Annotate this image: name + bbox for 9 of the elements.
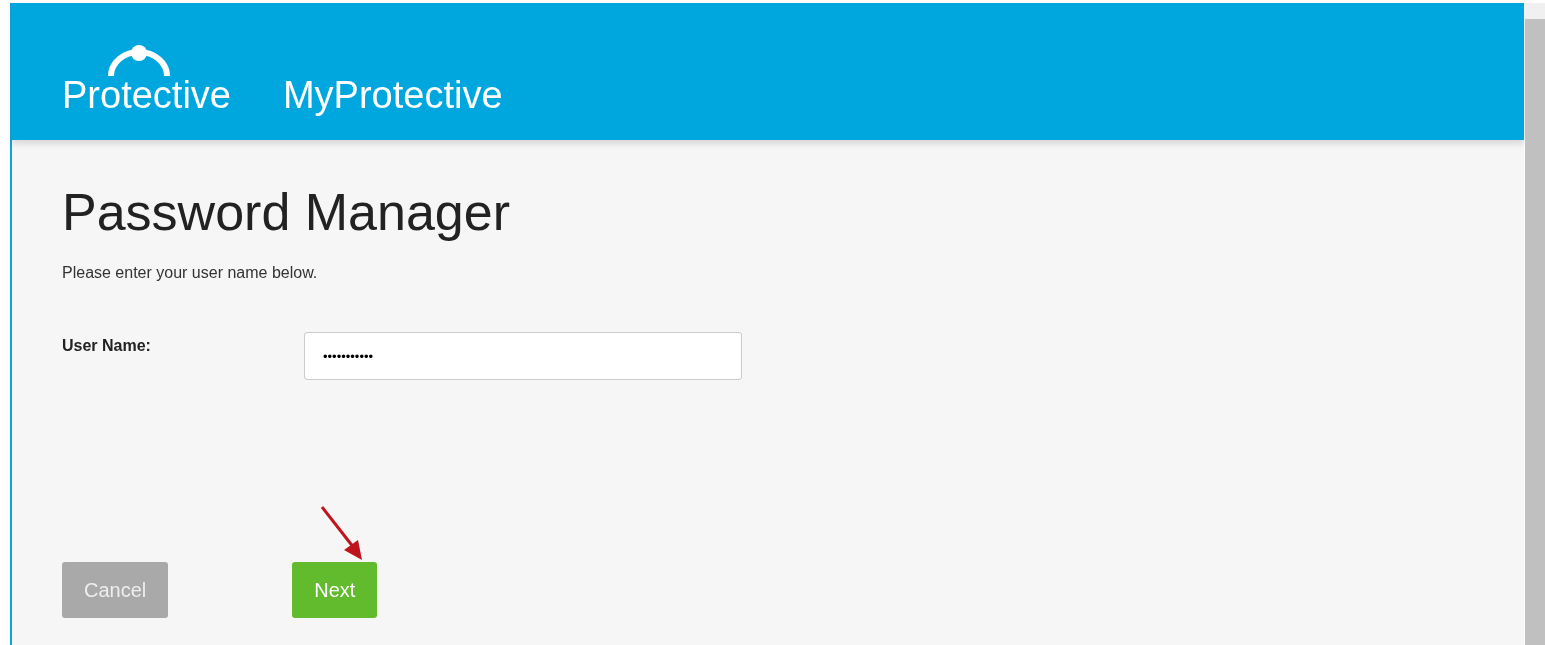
brand-name: Protective: [62, 76, 231, 114]
instruction-text: Please enter your user name below.: [62, 264, 319, 282]
scrollbar[interactable]: [1525, 3, 1545, 645]
page-title: Password Manager: [62, 182, 511, 242]
field-label: User Name:: [62, 337, 152, 355]
arch-logo-icon: [107, 44, 172, 78]
user-name-field[interactable]: •••••••••••: [304, 332, 742, 380]
next-button[interactable]: Next: [292, 562, 378, 618]
site-title: MyProtective: [282, 76, 503, 114]
